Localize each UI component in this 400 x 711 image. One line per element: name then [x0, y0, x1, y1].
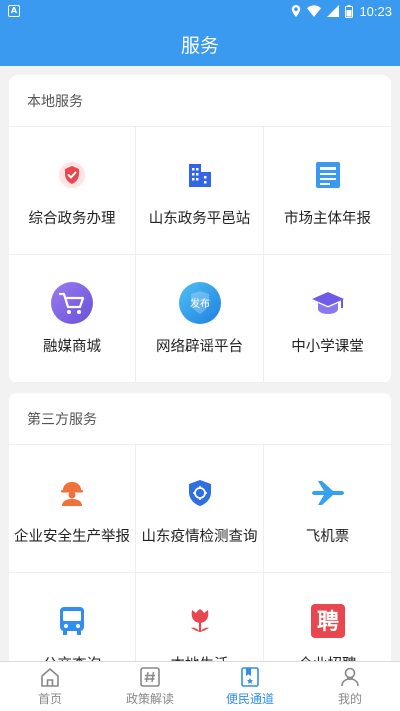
home-icon: [39, 666, 61, 690]
tab-convenience[interactable]: 便民通道: [200, 662, 300, 711]
service-label: 本地生活: [171, 653, 229, 661]
service-item-media-mall[interactable]: 融媒商城: [9, 255, 136, 383]
service-label: 企业招聘: [299, 653, 357, 661]
wifi-icon: [307, 5, 322, 17]
shield-check-icon: [50, 153, 94, 197]
service-label: 企业安全生产举报: [14, 529, 130, 545]
graduation-cap-icon: [306, 281, 350, 325]
airplane-icon: [306, 471, 350, 515]
service-item-shandong-pingyi[interactable]: 山东政务平邑站: [136, 127, 264, 255]
signal-icon: [327, 5, 340, 17]
page-title: 服务: [180, 34, 219, 57]
tab-label: 政策解读: [125, 692, 174, 706]
user-icon: [339, 666, 361, 690]
service-label: 中小学课堂: [291, 339, 364, 355]
recruit-badge-text: 聘: [316, 610, 338, 635]
service-item-school-classroom[interactable]: 中小学课堂: [264, 255, 391, 383]
bus-icon: [50, 599, 94, 643]
tulip-icon: [178, 599, 222, 643]
bookmark-star-icon: [239, 666, 261, 690]
service-item-flight-tickets[interactable]: 飞机票: [264, 445, 391, 573]
tab-mine[interactable]: 我的: [300, 662, 400, 711]
third-party-services-card: 第三方服务 企业安全生产举报 山东疫情检测查询 飞机票 聘: [9, 393, 391, 661]
hashtag-icon: [139, 666, 161, 690]
services-scroll-area[interactable]: 本地服务 综合政务办理 山东政务平邑站 市场主体年报 融媒商城 发布 网络辟谣平…: [0, 66, 400, 661]
service-label: 市场主体年报: [284, 211, 371, 227]
document-icon: [306, 153, 350, 197]
local-services-card: 本地服务 综合政务办理 山东政务平邑站 市场主体年报 融媒商城 发布 网络辟谣平…: [9, 75, 391, 383]
service-item-epidemic-query[interactable]: 山东疫情检测查询: [136, 445, 264, 573]
shield-scan-icon: [178, 471, 222, 515]
service-label: 山东疫情检测查询: [141, 529, 258, 545]
tab-policy[interactable]: 政策解读: [100, 662, 200, 711]
buildings-icon: [178, 153, 222, 197]
shopping-cart-icon: [50, 281, 94, 325]
service-item-safety-report[interactable]: 企业安全生产举报: [9, 445, 136, 573]
service-item-job-recruitment[interactable]: 聘 企业招聘: [264, 573, 391, 661]
service-label: 山东政务平邑站: [148, 211, 251, 227]
service-item-rumor-platform[interactable]: 发布 网络辟谣平台: [136, 255, 264, 383]
service-item-bus-query[interactable]: 公交查询: [9, 573, 136, 661]
recruit-icon: 聘: [306, 599, 350, 643]
badge-icon: 发布: [178, 281, 222, 325]
tab-label: 首页: [37, 692, 62, 706]
service-label: 融媒商城: [43, 339, 101, 355]
service-item-market-report[interactable]: 市场主体年报: [264, 127, 391, 255]
service-label: 飞机票: [305, 529, 350, 545]
status-bar: A 10:23: [0, 0, 400, 22]
tab-label: 便民通道: [225, 692, 274, 706]
tab-label: 我的: [337, 692, 362, 706]
service-item-comprehensive-affairs[interactable]: 综合政务办理: [9, 127, 136, 255]
page-header: 服务: [0, 22, 400, 66]
service-label: 公交查询: [43, 653, 101, 661]
app-notification-icon: A: [8, 5, 20, 17]
battery-icon: [345, 4, 354, 18]
tab-home[interactable]: 首页: [0, 662, 100, 711]
section-title-third-party: 第三方服务: [9, 393, 391, 445]
status-time: 10:23: [359, 3, 392, 19]
location-icon: [291, 5, 301, 17]
section-title-local: 本地服务: [9, 75, 391, 127]
service-item-local-life[interactable]: 本地生活: [136, 573, 264, 661]
safety-worker-icon: [50, 471, 94, 515]
bottom-tab-bar: 首页 政策解读 便民通道 我的: [0, 661, 400, 711]
service-label: 综合政务办理: [28, 211, 116, 227]
badge-text: 发布: [190, 297, 210, 310]
service-label: 网络辟谣平台: [156, 339, 243, 355]
